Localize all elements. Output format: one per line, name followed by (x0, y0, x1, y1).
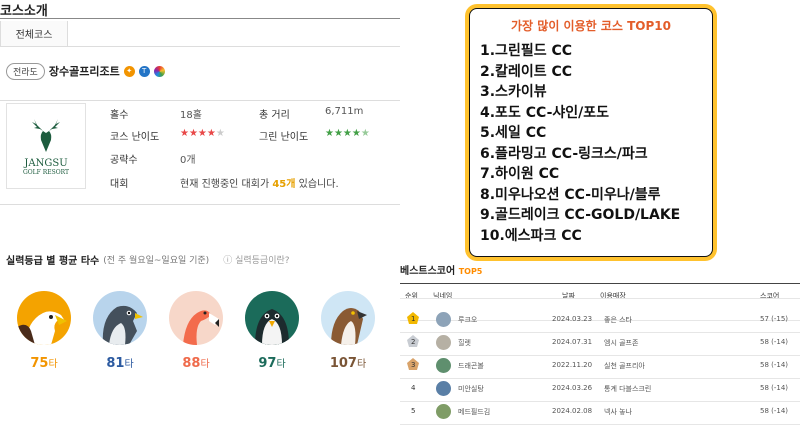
venue: 넥사 놓나 (604, 408, 632, 416)
top10-item: 3.스카이뷰 (480, 84, 547, 100)
deer-logo-icon (32, 119, 60, 152)
table-header-line (400, 283, 800, 284)
avatar (436, 404, 451, 419)
difficulty-stars: ★★★★★ (180, 128, 225, 139)
table-row[interactable]: 1 루크오 2024.03.23 좋은 스타 57 (-15) (400, 310, 800, 333)
title-divider (0, 18, 400, 19)
penguin-icon (245, 291, 299, 345)
level-score-5: 107타 (329, 356, 367, 371)
distance-value: 6,711m (325, 106, 364, 117)
strategy-label: 공략수 (110, 155, 138, 166)
course-name: 장수골프리조트 (48, 65, 120, 78)
top10-item: 1.그린필드 CC (480, 43, 573, 59)
venue: 통계 다블스크린 (604, 385, 652, 393)
table-row[interactable]: 3 드래곤볼 2022.11.20 실천 골프리아 58 (-14) (400, 356, 800, 379)
top10-item: 9.골드레이크 CC-GOLD/LAKE (480, 207, 681, 223)
top10-item: 7.하이원 CC (480, 166, 560, 182)
avatar (436, 335, 451, 350)
tournament-text: 현재 진행중인 대회가 45개 있습니다. (180, 179, 339, 190)
tournament-count[interactable]: 45개 (272, 179, 295, 190)
level-average-subtitle: (전 주 월요일~일요일 기준) (103, 256, 210, 266)
top10-item: 2.칼레이트 CC (480, 63, 573, 80)
level-average-header: 실력등급 별 평균 타수 (전 주 월요일~일요일 기준) ⓘ 실력등급이란? (6, 252, 290, 267)
score: 58 (-14) (760, 384, 789, 392)
venue: 실천 골프리아 (604, 362, 645, 370)
level-average-title: 실력등급 별 평균 타수 (6, 256, 100, 267)
score: 58 (-14) (760, 338, 789, 346)
top10-item: 6.플라밍고 CC-링크스/파크 (480, 145, 648, 162)
rainbow-badge-icon (153, 65, 165, 77)
avatar (436, 381, 451, 396)
score: 57 (-15) (760, 315, 789, 323)
top10-box: 가장 많이 이용한 코스 TOP10 1.그린필드 CC 2.칼레이트 CC 3… (465, 4, 717, 261)
level-score-3: 88타 (182, 356, 210, 371)
course-header: 전라도 장수골프리조트 ✦ T (6, 62, 165, 80)
tab-all-courses[interactable]: 전체코스 (0, 21, 68, 47)
top10-list: 1.그린필드 CC 2.칼레이트 CC 3.스카이뷰 4.포도 CC-샤인/포도… (480, 41, 702, 246)
falcon-icon (93, 291, 147, 345)
venue: 엠시 골프존 (604, 339, 639, 347)
orange-badge-icon: ✦ (123, 65, 135, 77)
table-row[interactable]: 2 힐렛 2024.07.31 엠시 골프존 58 (-14) (400, 333, 800, 356)
osprey-icon (321, 291, 375, 345)
date: 2024.07.31 (552, 338, 593, 346)
date: 2024.03.26 (552, 384, 593, 392)
score: 58 (-14) (760, 407, 789, 415)
info-divider-top (0, 100, 400, 101)
level-help-link[interactable]: ⓘ 실력등급이란? (223, 253, 289, 266)
eagle-icon (17, 291, 71, 345)
green-difficulty-label: 그린 난이도 (259, 132, 309, 143)
venue: 좋은 스타 (604, 316, 632, 324)
strategy-value: 0개 (180, 155, 196, 166)
top10-item: 4.포도 CC-샤인/포도 (480, 104, 610, 121)
top10-item: 8.미우나오션 CC-미우나/블루 (480, 186, 661, 203)
holes-value: 18홀 (180, 110, 202, 121)
date: 2022.11.20 (552, 361, 593, 369)
avatar (436, 312, 451, 327)
nickname: 드래곤볼 (458, 362, 484, 370)
region-badge[interactable]: 전라도 (6, 62, 45, 80)
best-score-title: 베스트스코어 TOP5 (400, 266, 483, 277)
level-score-4: 97타 (258, 356, 286, 371)
tournament-label: 대회 (110, 179, 129, 190)
logo-subtitle: GOLF RESORT (22, 169, 70, 176)
info-divider-bottom (0, 204, 400, 205)
holes-label: 홀수 (110, 110, 129, 121)
nickname: 메드필드김 (458, 408, 491, 416)
nickname: 힐렛 (458, 339, 471, 347)
flamingo-icon (169, 291, 223, 345)
level-score-1: 75타 (30, 356, 58, 371)
score: 58 (-14) (760, 361, 789, 369)
level-score-2: 81타 (106, 356, 134, 371)
date: 2024.02.08 (552, 407, 593, 415)
difficulty-label: 코스 난이도 (110, 132, 160, 143)
green-difficulty-stars: ★★★★★ (325, 128, 370, 139)
course-logo: JANGSU GOLF RESORT (6, 103, 86, 189)
table-row[interactable]: 4 미안실탕 2024.03.26 통계 다블스크린 58 (-14) (400, 379, 800, 402)
top10-title: 가장 많이 이용한 코스 TOP10 (511, 19, 671, 33)
table-row[interactable]: 5 메드필드김 2024.02.08 넥사 놓나 58 (-14) (400, 402, 800, 425)
blue-badge-icon: T (138, 65, 150, 77)
logo-name: JANGSU (24, 158, 68, 169)
distance-label: 총 거리 (259, 110, 290, 121)
top10-item: 10.에스파크 CC (480, 227, 582, 244)
top10-item: 5.세일 CC (480, 125, 547, 141)
tab-divider (68, 46, 400, 47)
section-title: 코스소개 (0, 4, 48, 19)
date: 2024.03.23 (552, 315, 593, 323)
nickname: 미안실탕 (458, 385, 484, 393)
avatar (436, 358, 451, 373)
nickname: 루크오 (458, 316, 478, 324)
